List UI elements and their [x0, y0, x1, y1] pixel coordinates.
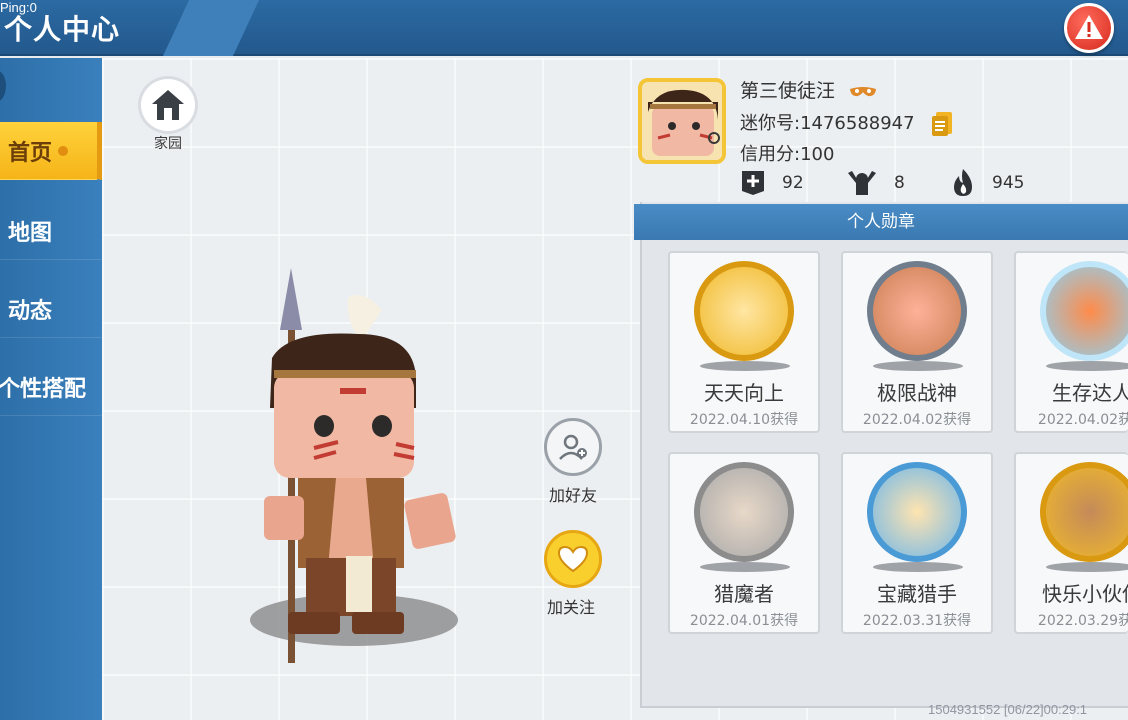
add-user-icon	[559, 434, 587, 460]
mask-icon	[850, 86, 877, 96]
sidebar-item-feed[interactable]: 动态	[0, 280, 102, 338]
medal-date: 2022.04.02获得	[862, 412, 972, 428]
medal-name: 快乐小伙伴	[1042, 582, 1128, 606]
medal-name: 宝藏猎手	[877, 582, 957, 606]
right-eye	[372, 415, 392, 437]
sidebar-item-map[interactable]: 地图	[0, 202, 102, 260]
home-button[interactable]	[138, 76, 198, 134]
page-title: 个人中心	[4, 13, 121, 46]
medal-card[interactable]: 极限战神 2022.04.02获得	[841, 251, 993, 433]
add-friend-label: 加好友	[548, 486, 597, 505]
copy-icon[interactable]	[930, 110, 954, 138]
right-arm	[404, 493, 456, 549]
medal-demon-hunter-icon	[694, 462, 794, 562]
player-name: 第三使徒汪	[740, 80, 836, 102]
medal-card[interactable]: 猎魔者 2022.04.01获得	[668, 452, 820, 634]
medal-pedestal	[700, 361, 790, 371]
session-footer: 1504931552 [06/22]00:29:1	[928, 702, 1088, 717]
sidebar-item-label: 动态	[8, 298, 53, 324]
sidebar-item-label: 地图	[8, 220, 53, 246]
active-dot-icon	[58, 145, 69, 156]
player-character[interactable]	[258, 268, 458, 668]
sidebar-item-outfit[interactable]: 个性搭配	[0, 358, 102, 416]
medal-campfire-icon	[1040, 261, 1128, 361]
medal-treasure-icon	[867, 462, 967, 562]
medal-tiantianxiangshang-icon	[694, 261, 794, 361]
medal-date: 2022.03.31获得	[862, 613, 972, 629]
credit-score: 信用分:100	[740, 144, 835, 165]
medal-date: 2022.04.10获得	[689, 412, 799, 428]
fans-icon	[848, 171, 876, 195]
stat-value: 8	[894, 173, 905, 193]
loincloth	[346, 556, 372, 612]
medal-date: 2022.03.29获得	[1037, 613, 1128, 629]
heart-icon	[557, 545, 589, 573]
left-arm	[264, 496, 304, 540]
left-eye	[314, 415, 334, 437]
warning-icon	[1075, 15, 1103, 39]
medal-section-title: 个人勋章	[634, 204, 1128, 240]
medal-pedestal	[1046, 361, 1128, 371]
medal-name: 猎魔者	[714, 582, 774, 606]
player-name-row: 第三使徒汪	[740, 76, 877, 103]
sidebar-item-label: 个性搭配	[0, 376, 87, 402]
medal-date: 2022.04.02获得	[1037, 412, 1128, 428]
sidebar-item-label: 首页	[8, 140, 53, 166]
right-boot	[352, 612, 404, 634]
report-alert-button[interactable]	[1064, 3, 1114, 53]
mini-id-row: 迷你号:1476588947	[740, 109, 954, 138]
medal-card[interactable]: 生存达人 2022.04.02获得	[1014, 251, 1128, 433]
headband	[274, 370, 416, 378]
head	[274, 372, 414, 478]
feather	[347, 294, 382, 340]
follow-label: 加关注	[546, 598, 595, 617]
house-icon	[152, 90, 184, 120]
sidebar-item-home[interactable]: 首页	[0, 122, 102, 180]
medal-pedestal	[873, 562, 963, 572]
medal-name: 生存达人	[1052, 381, 1128, 405]
medal-pedestal	[1046, 562, 1128, 572]
profile-avatar[interactable]	[638, 78, 726, 164]
medal-card[interactable]: 快乐小伙伴 2022.03.29获得	[1014, 452, 1128, 634]
stat-popularity: 945	[950, 168, 1024, 198]
flame-icon	[954, 169, 972, 196]
add-friend-button[interactable]	[544, 418, 602, 476]
medal-name: 极限战神	[877, 381, 957, 405]
home-label: 家园	[154, 136, 182, 152]
medal-name: 天天向上	[704, 381, 784, 405]
spear-tip	[280, 268, 302, 330]
left-boot	[288, 612, 340, 634]
stat-value: 92	[782, 173, 804, 193]
medal-card[interactable]: 宝藏猎手 2022.03.31获得	[841, 452, 993, 634]
plus-box-icon	[742, 171, 764, 195]
mini-id: 迷你号:1476588947	[740, 113, 915, 134]
medal-boss-icon	[867, 261, 967, 361]
stat-likes: 92	[740, 168, 804, 198]
sidebar: 首页 地图 动态 个性搭配	[0, 58, 102, 720]
medal-pedestal	[700, 562, 790, 572]
top-bar: Ping:0 个人中心	[0, 0, 1128, 56]
medal-friends-icon	[1040, 462, 1128, 562]
medal-date: 2022.04.01获得	[689, 613, 799, 629]
sidebar-handle[interactable]	[0, 70, 6, 102]
stat-value: 945	[992, 173, 1025, 193]
follow-button[interactable]	[544, 530, 602, 588]
medal-pedestal	[873, 361, 963, 371]
stat-fans: 8	[846, 168, 905, 198]
medal-card[interactable]: 天天向上 2022.04.10获得	[668, 251, 820, 433]
avatar-face	[642, 82, 722, 160]
